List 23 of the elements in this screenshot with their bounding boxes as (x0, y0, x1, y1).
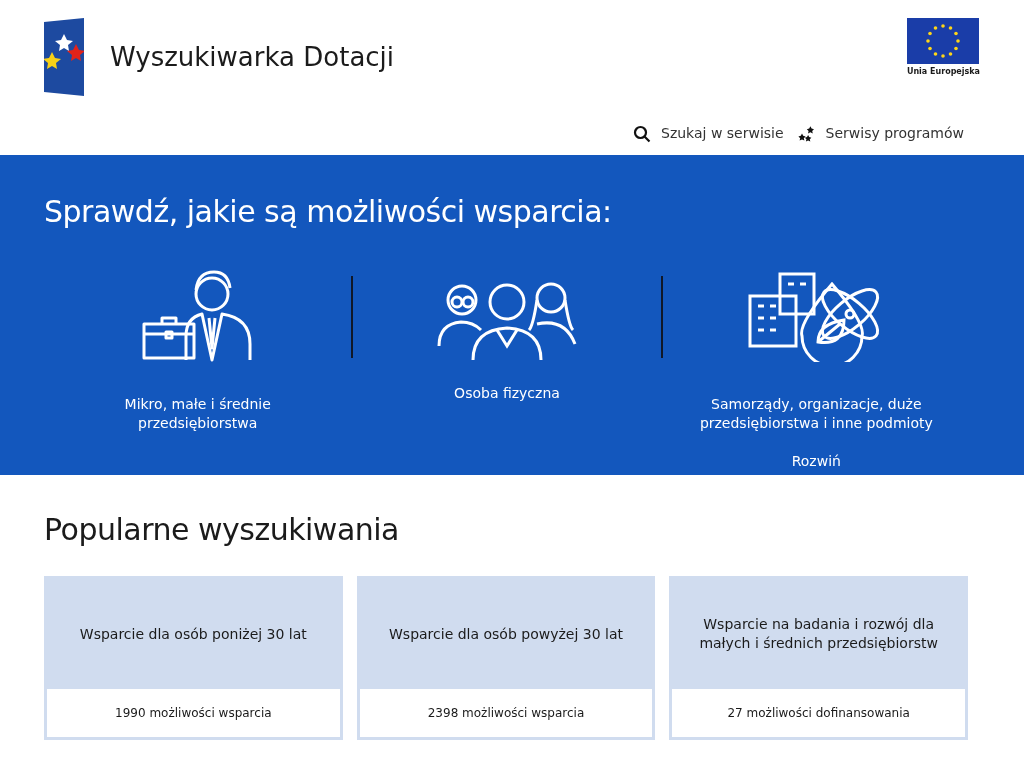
category-link[interactable]: Samorządy, organizacje, duże przedsiębiorstwa i inne podmioty (686, 395, 947, 433)
eu-label: Unia Europejska (906, 66, 980, 78)
card-title: Wsparcie dla osób powyżej 30 lat (388, 624, 624, 644)
card-title: Wsparcie dla osób poniżej 30 lat (78, 624, 308, 644)
hero-heading: Sprawdź, jakie są możliwości wsparcia: (44, 193, 613, 231)
card-count: 2398 możliwości wsparcia (359, 689, 653, 737)
search-card[interactable]: Wsparcie na badania i rozwój dla małych i średnich przedsiębiorstw 27 możliwości dofinansowania (669, 576, 968, 740)
search-link[interactable]: Szukaj w serwisie (633, 123, 784, 144)
card-title: Wsparcie na badania i rozwój dla małych i średnich przedsiębiorstw (698, 615, 939, 653)
search-card[interactable]: Wsparcie dla osób poniżej 30 lat 1990 możliwości wsparcia (44, 576, 343, 740)
card-count: 1990 możliwości wsparcia (47, 689, 340, 737)
programs-link[interactable]: Serwisy programów (795, 123, 964, 144)
expand-button[interactable]: Rozwiń (791, 451, 841, 472)
card-count: 27 możliwości dofinansowania (672, 689, 965, 737)
search-icon (633, 124, 651, 143)
section-heading: Popularne wyszukiwania (44, 511, 400, 549)
logo-icon (44, 18, 84, 96)
businessman-briefcase-icon (141, 268, 254, 362)
search-card[interactable]: Wsparcie dla osób powyżej 30 lat 2398 możliwości wsparcia (356, 576, 656, 740)
category-link[interactable]: Osoba fizyczna (377, 384, 637, 403)
category-link[interactable]: Mikro, małe i średnie przedsiębiorstwa (67, 395, 328, 433)
eu-flag-icon (907, 18, 980, 64)
site-title: Wyszukiwarka Dotacji (110, 40, 395, 74)
